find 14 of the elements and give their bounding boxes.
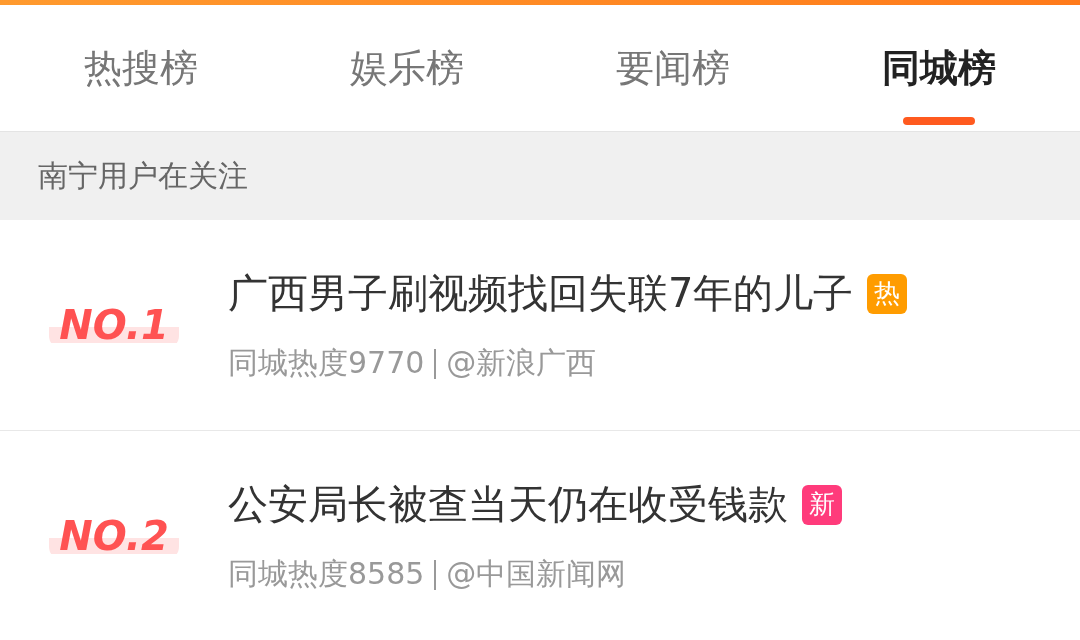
source-link[interactable]: @新浪广西 [446, 343, 597, 384]
heat-count: 同城热度8585 [228, 555, 425, 593]
heat-count: 同城热度9770 [228, 344, 425, 382]
tab[interactable]: 要闻榜 [540, 5, 806, 131]
section-header: 南宁用户在关注 [0, 132, 1080, 220]
news-title[interactable]: 公安局长被查当天仍在收受钱款 [228, 477, 788, 532]
tab-indicator [903, 117, 975, 125]
tab[interactable]: 同城榜 [806, 5, 1072, 131]
tag-badge: 热 [867, 273, 908, 314]
tag-badge: 新 [802, 484, 842, 525]
tab[interactable]: 热搜榜 [8, 5, 274, 131]
news-title[interactable]: 广西男子刷视频找回失联7年的儿子 [228, 266, 854, 321]
source-link[interactable]: @中国新闻网 [446, 554, 627, 595]
tab[interactable]: 娱乐榜 [274, 5, 540, 131]
